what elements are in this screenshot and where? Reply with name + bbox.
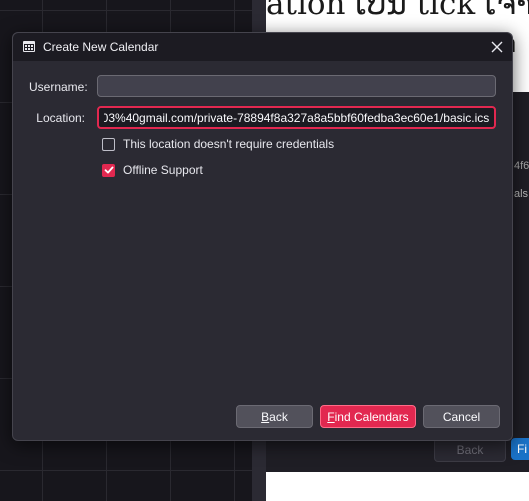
cancel-button-label: Cancel — [442, 409, 481, 424]
dialog-title: Create New Calendar — [43, 40, 159, 54]
username-input[interactable] — [97, 75, 496, 97]
close-button[interactable] — [486, 36, 508, 58]
location-input[interactable] — [97, 106, 496, 129]
background-panel-text: 4f6 — [514, 160, 529, 172]
dialog-titlebar: Create New Calendar — [13, 33, 512, 61]
offline-support-row[interactable]: Offline Support — [102, 163, 203, 177]
background-back-button: Back — [434, 438, 506, 462]
back-button-label: Back — [261, 409, 288, 424]
background-doc-bottom — [266, 472, 529, 501]
create-calendar-dialog: Create New Calendar Username: Location: … — [12, 32, 513, 441]
location-label: Location: — [36, 111, 85, 125]
find-calendars-button[interactable]: Find Calendars — [320, 405, 416, 428]
background-primary-button: Fi — [511, 438, 529, 460]
no-credentials-row[interactable]: This location doesn't require credential… — [102, 137, 334, 151]
back-button[interactable]: Back — [236, 405, 313, 428]
background-panel-text: als — [514, 188, 529, 200]
no-credentials-label[interactable]: This location doesn't require credential… — [123, 137, 334, 151]
checkmark-icon — [104, 166, 113, 174]
find-calendars-button-label: Find Calendars — [327, 409, 409, 424]
cancel-button[interactable]: Cancel — [423, 405, 500, 428]
background-doc-text: ation ເປັນ tick ເຈາະ — [266, 0, 529, 22]
close-icon — [491, 41, 503, 53]
offline-support-label[interactable]: Offline Support — [123, 163, 203, 177]
no-credentials-checkbox[interactable] — [102, 137, 115, 151]
offline-support-checkbox[interactable] — [102, 163, 115, 177]
username-label: Username: — [29, 80, 88, 94]
calendar-icon — [23, 41, 35, 52]
